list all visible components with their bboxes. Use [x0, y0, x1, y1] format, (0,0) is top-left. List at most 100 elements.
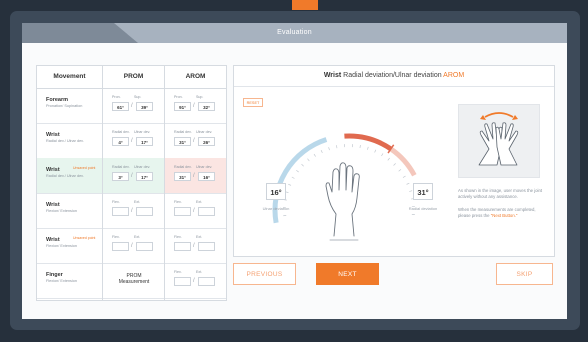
prom-label-2: Sup. [134, 95, 142, 99]
movement-name: Wrist [46, 167, 60, 173]
prom-label-2: Ulnar dev. [134, 130, 151, 134]
gauge-tick [301, 163, 304, 167]
arom-value-input-2[interactable]: 26° [198, 137, 215, 146]
table-row[interactable]: Wrist Unsaved point Flexion/ Extension Flex… [37, 228, 226, 264]
arom-value-input-1[interactable] [174, 277, 191, 286]
table-row[interactable]: Wrist Unsaved point Radial dev./ Ulnar dev… [37, 158, 226, 194]
arom-value-input-2[interactable] [198, 277, 215, 286]
table-row[interactable]: Forearm Pronation/ Supination Pron. Sup. 61°… [37, 88, 226, 124]
arom-label-2: Ext. [196, 235, 203, 239]
prom-value-input-1[interactable]: 61° [112, 102, 129, 111]
arom-value-input-1[interactable]: 91° [174, 102, 191, 111]
arom-cell: Radial dev. Ulnar dev. 31°/26° [165, 123, 226, 158]
prom-value-input-1[interactable]: 4° [112, 137, 129, 146]
value-separator: / [193, 138, 195, 144]
table-row[interactable]: Wrist Radial dev./ Ulnar dev. Radial dev. U… [37, 123, 226, 159]
arom-label-1: Flex. [174, 200, 182, 204]
arom-cell: Flex. Ext. / [165, 193, 226, 228]
next-button[interactable]: NEXT [316, 263, 379, 285]
prom-cell: Radial dev. Ulnar dev. 3°/17° [103, 158, 164, 193]
reset-button[interactable]: RESET [243, 98, 263, 107]
arom-label-1: Radial dev. [174, 165, 192, 169]
value-separator: / [193, 208, 195, 214]
next-button-reference: "Next Button." [490, 213, 518, 218]
gauge-tick [320, 150, 323, 154]
prom-value-input-2[interactable] [136, 242, 153, 251]
arom-value-input-1[interactable]: 31° [174, 172, 191, 181]
prom-value-input-2[interactable]: 17° [136, 137, 153, 146]
previous-button[interactable]: PREVIOUS [233, 263, 296, 285]
arom-label-2: Ext. [196, 200, 203, 204]
column-divider [164, 66, 165, 300]
arom-cell: Pron. Sup. 91°/32° [165, 88, 226, 123]
value-separator: / [131, 243, 133, 249]
demonstration-image [458, 104, 540, 178]
arom-value-input-2[interactable]: 32° [198, 102, 215, 111]
movement-cell: Wrist Unsaved point Flexion/ Extension [46, 236, 98, 249]
prom-value-input-1[interactable]: 3° [112, 172, 129, 181]
prom-label-2: Ext. [134, 200, 141, 204]
header-arom: AROM [185, 73, 206, 80]
movement-name: Wrist [46, 202, 60, 208]
table-row[interactable]: Wrist Flexion/ Extension Flex. Ext. / Flex. Ex… [37, 193, 226, 229]
movement-cell: Wrist Radial dev./ Ulnar dev. [46, 132, 98, 144]
skip-button[interactable]: SKIP [496, 263, 553, 285]
table-row[interactable]: Finger Flexion/ Extension PROM Measurement… [37, 263, 226, 299]
movement-sub: Pronation/ Supination [46, 104, 83, 108]
movement-sub: Flexion/ Extension [46, 279, 78, 283]
value-separator: / [193, 278, 195, 284]
prom-label-1: Radial dev. [112, 130, 130, 134]
prom-measurement-label: PROM Measurement [118, 273, 150, 285]
ulnar-value-display: 16° [266, 183, 286, 200]
unsaved-flag: Unsaved point [73, 236, 96, 240]
measurement-table: Movement PROM AROM Forearm Pronation/ Sup… [36, 65, 227, 301]
movement-name: Finger [46, 272, 63, 278]
instruction-text-1: As shown in the image, user moves the jo… [458, 188, 543, 199]
gauge-tick [387, 157, 390, 161]
arom-value-input-1[interactable] [174, 242, 191, 251]
movement-cell: Finger Flexion/ Extension [46, 272, 98, 284]
detail-title: Wrist Radial deviation/Ulnar deviation A… [234, 66, 554, 87]
top-handle-tab [292, 0, 318, 10]
arom-value-input-1[interactable]: 31° [174, 137, 191, 146]
arom-value-input-2[interactable] [198, 242, 215, 251]
arom-value-input-2[interactable]: 16° [198, 172, 215, 181]
arom-label-2: Ulnar dev. [196, 130, 213, 134]
prom-value-input-2[interactable]: 39° [136, 102, 153, 111]
gauge-tick [288, 183, 292, 186]
prom-value-input-1[interactable] [112, 207, 129, 216]
arom-label-2: Ext. [196, 270, 203, 274]
arom-cell: Flex. Ext. / [165, 228, 226, 263]
detail-panel: Wrist Radial deviation/Ulnar deviation A… [233, 65, 555, 257]
movement-cell: Wrist Unsaved point Radial dev./ Ulnar dev… [46, 166, 98, 179]
arom-value-input-1[interactable] [174, 207, 191, 216]
gauge-tick [367, 146, 369, 150]
arom-label-1: Pron. [174, 95, 183, 99]
arom-label-2: Sup. [196, 95, 204, 99]
prom-value-input-2[interactable] [136, 207, 153, 216]
prom-label-1: Pron. [112, 95, 121, 99]
detail-title-movement: Radial deviation/Ulnar deviation [343, 72, 442, 79]
arom-value-input-2[interactable] [198, 207, 215, 216]
gauge-tick [359, 144, 361, 149]
arom-label-1: Flex. [174, 235, 182, 239]
value-separator: / [131, 138, 133, 144]
gauge-tick [291, 176, 295, 179]
ulnar-deviation-label: Ulnar deviation [262, 206, 290, 211]
instruction-text-2: When the measurements are completed, ple… [458, 207, 536, 218]
value-separator: / [193, 173, 195, 179]
gauge-tick [307, 158, 310, 162]
column-divider [102, 66, 103, 300]
prom-value-input-2[interactable]: 17° [136, 172, 153, 181]
prom-value-input-1[interactable] [112, 242, 129, 251]
movement-sub: Flexion/ Extension [46, 209, 78, 213]
prom-label-1: Flex. [112, 235, 120, 239]
unsaved-flag: Unsaved point [73, 166, 96, 170]
prom-cell: Flex. Ext. / [103, 228, 164, 263]
prom-label-1: Flex. [112, 200, 120, 204]
gauge-tick [313, 153, 316, 157]
movement-name: Wrist [46, 132, 60, 138]
value-separator: / [131, 208, 133, 214]
arom-label-1: Flex. [174, 270, 182, 274]
arom-cell: Radial dev. Ulnar dev. 31°/16° [165, 158, 226, 193]
